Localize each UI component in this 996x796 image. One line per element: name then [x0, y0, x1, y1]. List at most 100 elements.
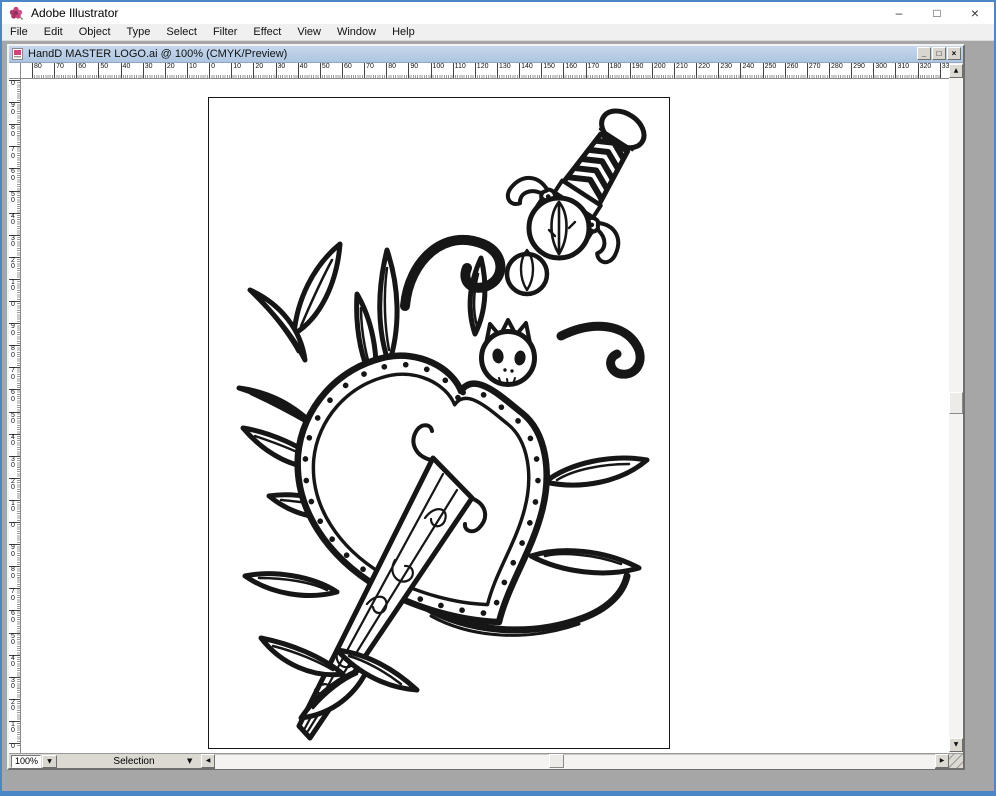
menu-file[interactable]: File — [2, 24, 36, 40]
v-ruler-label: 5 0 — [9, 412, 21, 426]
h-ruler-label: 70 — [54, 63, 64, 78]
h-ruler-label: 110 — [453, 63, 466, 78]
leaves-front[interactable] — [261, 638, 417, 718]
doc-close-button[interactable]: × — [947, 47, 961, 60]
h-ruler-label: 180 — [608, 63, 622, 78]
h-ruler-label: 150 — [541, 63, 555, 78]
h-ruler-label: 200 — [652, 63, 666, 78]
scroll-right-icon[interactable]: ▶ — [935, 754, 949, 768]
guard-ornaments[interactable] — [507, 198, 589, 294]
menu-filter[interactable]: Filter — [205, 24, 245, 40]
minimize-button[interactable]: – — [880, 2, 918, 24]
doc-minimize-button[interactable]: _ — [917, 47, 931, 60]
menu-effect[interactable]: Effect — [245, 24, 289, 40]
maximize-button[interactable]: □ — [918, 2, 956, 24]
v-ruler-label: 9 0 — [9, 323, 21, 337]
h-ruler-label: 90 — [408, 63, 418, 78]
workspace-area: HandD MASTER LOGO.ai @ 100% (CMYK/Previe… — [2, 41, 994, 791]
horizontal-scrollbar[interactable] — [215, 754, 935, 769]
resize-grip[interactable] — [949, 754, 963, 768]
menu-type[interactable]: Type — [119, 24, 159, 40]
app-titlebar: Adobe Illustrator – □ × — [2, 2, 994, 24]
vertical-scrollbar[interactable]: ▲ ▼ — [949, 63, 963, 753]
h-ruler-label: 130 — [497, 63, 511, 78]
menu-view[interactable]: View — [289, 24, 329, 40]
v-ruler-label: 3 0 — [9, 456, 21, 470]
v-ruler-label: 1 0 — [9, 721, 21, 735]
h-ruler-label: 310 — [895, 63, 909, 78]
v-ruler-label: 1 0 — [9, 500, 21, 514]
v-ruler-label: 0 — [9, 522, 21, 530]
status-indicator[interactable]: Selection — [79, 755, 189, 768]
v-ruler-label: 2 0 — [9, 699, 21, 713]
close-button[interactable]: × — [956, 2, 994, 24]
app-title: Adobe Illustrator — [31, 6, 118, 20]
artboard-page[interactable] — [208, 97, 670, 749]
horizontal-scrollbar-thumb[interactable] — [549, 754, 564, 768]
h-ruler-label: 210 — [674, 63, 688, 78]
h-ruler-label: 60 — [76, 63, 86, 78]
menu-object[interactable]: Object — [71, 24, 119, 40]
scroll-down-icon[interactable]: ▼ — [949, 738, 963, 752]
document-window: HandD MASTER LOGO.ai @ 100% (CMYK/Previe… — [7, 44, 965, 770]
document-file-icon — [12, 48, 23, 60]
h-ruler-label: 230 — [718, 63, 732, 78]
v-ruler-label: 2 0 — [9, 478, 21, 492]
status-scrollbar-row: 100% ▼ Selection ▼ ◀ ▶ — [9, 753, 963, 768]
h-ruler-label: 50 — [320, 63, 330, 78]
zoom-level-field[interactable]: 100% — [11, 755, 41, 768]
h-ruler-label: 40 — [298, 63, 308, 78]
v-ruler-label: 4 0 — [9, 434, 21, 448]
v-ruler-label: 8 0 — [9, 345, 21, 359]
tattoo-artwork[interactable] — [209, 98, 669, 748]
v-ruler-label: 4 0 — [9, 655, 21, 669]
v-ruler-label: 5 0 — [9, 191, 21, 205]
menu-help[interactable]: Help — [384, 24, 423, 40]
illustrator-app-window: Adobe Illustrator – □ × FileEditObjectTy… — [0, 0, 996, 796]
canvas[interactable] — [21, 79, 949, 753]
v-ruler-label: 8 0 — [9, 124, 21, 138]
h-ruler-label: 220 — [696, 63, 710, 78]
h-ruler-label: 80 — [32, 63, 42, 78]
h-ruler-label: 50 — [98, 63, 108, 78]
h-ruler-label: 60 — [342, 63, 352, 78]
doc-restore-button[interactable]: □ — [932, 47, 946, 60]
h-ruler-label: 40 — [121, 63, 131, 78]
h-ruler-label: 30 — [143, 63, 153, 78]
illustrator-flower-icon — [9, 6, 23, 20]
h-ruler-label: 160 — [563, 63, 577, 78]
h-ruler-label: 290 — [851, 63, 865, 78]
document-titlebar[interactable]: HandD MASTER LOGO.ai @ 100% (CMYK/Previe… — [9, 46, 963, 63]
vertical-ruler[interactable]: 09 08 07 06 05 04 03 02 01 009 08 07 06 … — [9, 79, 21, 753]
zoom-dropdown-icon[interactable]: ▼ — [42, 755, 57, 768]
v-ruler-label: 4 0 — [9, 213, 21, 227]
horizontal-ruler[interactable]: 8070605040302010010203040506070809010011… — [21, 63, 949, 79]
h-ruler-label: 120 — [475, 63, 489, 78]
scroll-left-icon[interactable]: ◀ — [201, 754, 215, 768]
v-ruler-label: 6 0 — [9, 168, 21, 182]
h-ruler-label: 170 — [586, 63, 600, 78]
v-ruler-label: 0 — [9, 301, 21, 309]
h-ruler-label: 260 — [785, 63, 799, 78]
v-ruler-label: 8 0 — [9, 566, 21, 580]
menu-bar: FileEditObjectTypeSelectFilterEffectView… — [2, 24, 994, 41]
skull[interactable] — [482, 320, 535, 385]
v-ruler-label: 5 0 — [9, 633, 21, 647]
h-ruler-label: 240 — [740, 63, 754, 78]
v-ruler-label: 7 0 — [9, 588, 21, 602]
scroll-up-icon[interactable]: ▲ — [949, 64, 963, 78]
h-ruler-label: 10 — [231, 63, 241, 78]
vertical-scrollbar-thumb[interactable] — [949, 392, 963, 414]
h-ruler-label: 300 — [873, 63, 887, 78]
ruler-origin-box[interactable] — [9, 63, 21, 79]
status-dropdown-icon[interactable]: ▼ — [187, 757, 192, 765]
h-ruler-label: 320 — [918, 63, 932, 78]
window-controls: – □ × — [880, 2, 994, 24]
h-ruler-label: 20 — [165, 63, 175, 78]
menu-select[interactable]: Select — [158, 24, 205, 40]
h-ruler-label: 280 — [829, 63, 843, 78]
h-ruler-label: 250 — [763, 63, 777, 78]
h-ruler-label: 0 — [209, 63, 215, 78]
menu-edit[interactable]: Edit — [36, 24, 71, 40]
menu-window[interactable]: Window — [329, 24, 384, 40]
